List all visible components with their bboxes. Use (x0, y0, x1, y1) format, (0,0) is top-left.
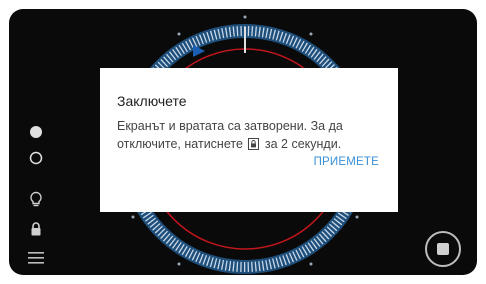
circle-filled-icon[interactable] (27, 123, 45, 141)
lock-dialog: Заключете Екранът и вратата са затворени… (100, 68, 398, 212)
lightbulb-icon[interactable] (27, 190, 45, 208)
stop-button[interactable] (425, 231, 461, 267)
stop-icon (437, 243, 449, 255)
lock-icon[interactable] (27, 220, 45, 238)
dialog-message: Екранът и вратата са затворени. За да от… (117, 117, 380, 153)
lock-icon (248, 138, 260, 150)
circle-outline-icon[interactable] (27, 149, 45, 167)
menu-icon[interactable] (27, 249, 45, 267)
accept-button[interactable]: ПРИЕМЕТЕ (314, 156, 379, 168)
dialog-message-part2: за 2 секунди. (264, 137, 342, 151)
dialog-title: Заключете (117, 93, 187, 109)
